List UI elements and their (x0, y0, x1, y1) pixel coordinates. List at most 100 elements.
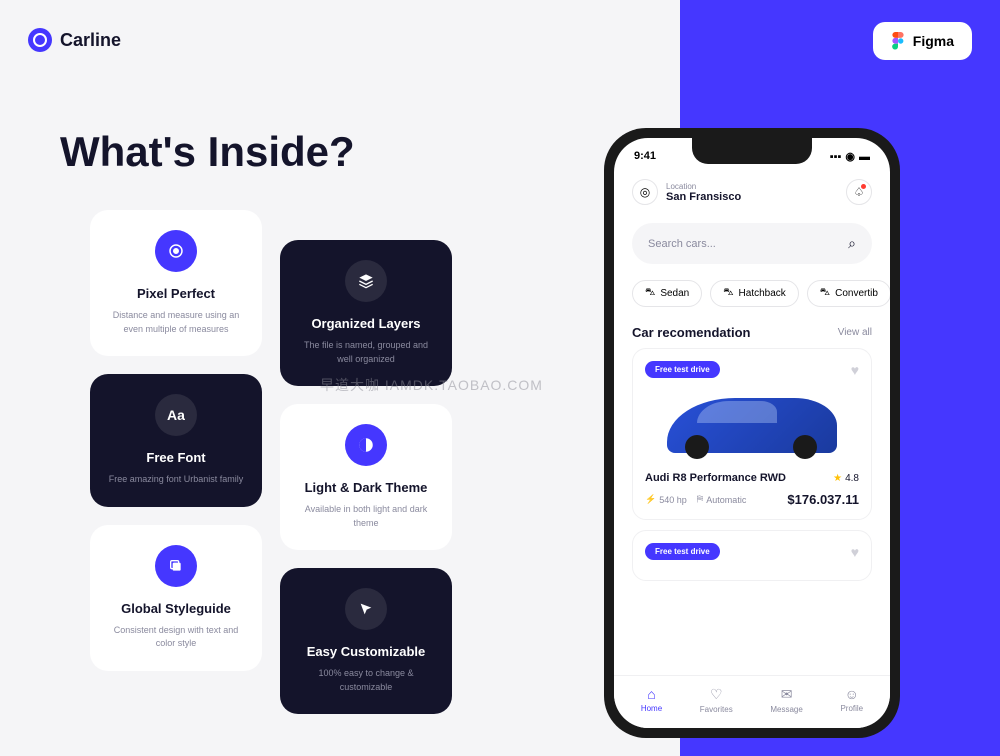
section-title: Car recomendation (632, 325, 750, 340)
feature-title: Global Styleguide (121, 601, 231, 616)
target-icon (155, 230, 197, 272)
favorite-button[interactable]: ♥ (851, 362, 859, 378)
brand-name: Carline (60, 30, 121, 51)
phone-screen: 9:41 ▪▪▪ ◉ ▬ ◎ Location San Fransisco ♤ … (614, 138, 890, 728)
wifi-icon: ◉ (845, 150, 855, 163)
nav-profile[interactable]: ☺ Profile (840, 686, 863, 714)
feature-title: Light & Dark Theme (305, 480, 428, 495)
nav-favorites[interactable]: ♡ Favorites (700, 686, 733, 714)
location-selector[interactable]: ◎ Location San Fransisco (632, 179, 741, 205)
heart-icon: ♡ (710, 686, 723, 703)
car-icon: ⛍ (723, 287, 733, 300)
phone-notch (692, 138, 812, 164)
car-card-top: Free test drive ♥ (645, 543, 859, 560)
location-value: San Fransisco (666, 191, 741, 203)
car-specs: ⚡ 540 hp ⛿ Automatic $176.037.11 (645, 492, 859, 507)
nav-home[interactable]: ⌂ Home (641, 686, 662, 714)
chip-hatchback[interactable]: ⛍ Hatchback (710, 280, 799, 307)
brand-logo: Carline (28, 28, 121, 52)
nav-label: Home (641, 704, 662, 713)
nav-label: Favorites (700, 705, 733, 714)
contrast-icon (345, 424, 387, 466)
nav-message[interactable]: ✉ Message (770, 686, 802, 714)
phone-mockup: 9:41 ▪▪▪ ◉ ▬ ◎ Location San Fransisco ♤ … (604, 128, 900, 738)
car-card-top: Free test drive ♥ (645, 361, 859, 378)
gear-icon: ⛿ (697, 494, 704, 505)
chip-label: Hatchback (739, 288, 786, 299)
feature-grid: Pixel Perfect Distance and measure using… (90, 210, 452, 714)
feature-col-a: Pixel Perfect Distance and measure using… (90, 210, 262, 714)
feature-title: Free Font (146, 450, 205, 465)
free-test-drive-badge: Free test drive (645, 543, 720, 560)
favorite-button[interactable]: ♥ (851, 544, 859, 560)
headline: What's Inside? (60, 128, 355, 176)
search-icon: ⌕ (848, 235, 856, 252)
font-icon: Aa (155, 394, 197, 436)
signal-icon: ▪▪▪ (830, 151, 842, 163)
car-card[interactable]: Free test drive ♥ Audi R8 Performance RW… (632, 348, 872, 520)
feature-layers: Organized Layers The file is named, grou… (280, 240, 452, 386)
car-icon: ⛍ (820, 287, 830, 300)
profile-icon: ☺ (845, 686, 859, 702)
search-input[interactable]: Search cars... ⌕ (632, 223, 872, 264)
feature-desc: The file is named, grouped and well orga… (296, 339, 436, 366)
figma-icon (891, 32, 905, 50)
feature-desc: Distance and measure using an even multi… (106, 309, 246, 336)
power-icon: ⚡ (645, 494, 656, 505)
status-indicators: ▪▪▪ ◉ ▬ (830, 150, 870, 163)
car-rating: ★ 4.8 (833, 473, 859, 484)
section-header: Car recomendation View all (614, 315, 890, 348)
bell-icon: ♤ (854, 185, 865, 199)
spec-transmission: ⛿ Automatic (697, 494, 747, 505)
car-image (645, 386, 859, 464)
nav-label: Profile (840, 704, 863, 713)
figma-label: Figma (913, 33, 954, 49)
chip-label: Sedan (660, 288, 689, 299)
feature-desc: Available in both light and dark theme (296, 503, 436, 530)
feature-pixel-perfect: Pixel Perfect Distance and measure using… (90, 210, 262, 356)
car-icon: ⛍ (645, 287, 655, 300)
feature-col-b: Organized Layers The file is named, grou… (280, 240, 452, 714)
feature-desc: Consistent design with text and color st… (106, 624, 246, 651)
feature-title: Organized Layers (311, 316, 420, 331)
message-icon: ✉ (781, 686, 793, 703)
location-icon: ◎ (632, 179, 658, 205)
view-all-link[interactable]: View all (838, 327, 872, 338)
feature-customizable: Easy Customizable 100% easy to change & … (280, 568, 452, 714)
feature-desc: 100% easy to change & customizable (296, 667, 436, 694)
location-label: Location (666, 182, 741, 191)
rating-value: 4.8 (845, 473, 859, 484)
copy-icon (155, 545, 197, 587)
figma-badge: Figma (873, 22, 972, 60)
star-icon: ★ (833, 473, 842, 484)
free-test-drive-badge: Free test drive (645, 361, 720, 378)
feature-title: Easy Customizable (307, 644, 426, 659)
bottom-nav: ⌂ Home ♡ Favorites ✉ Message ☺ Profile (614, 675, 890, 728)
watermark: 早道大咖 IAMDK.TAOBAO.COM (320, 375, 543, 395)
chip-convertible[interactable]: ⛍ Convertib (807, 280, 890, 307)
feature-free-font: Aa Free Font Free amazing font Urbanist … (90, 374, 262, 507)
home-icon: ⌂ (647, 686, 655, 702)
search-placeholder: Search cars... (648, 238, 716, 250)
status-time: 9:41 (634, 150, 656, 163)
car-name: Audi R8 Performance RWD (645, 472, 786, 484)
feature-styleguide: Global Styleguide Consistent design with… (90, 525, 262, 671)
spec-hp: ⚡ 540 hp (645, 494, 687, 505)
logo-icon (28, 28, 52, 52)
notifications-button[interactable]: ♤ (846, 179, 872, 205)
car-name-row: Audi R8 Performance RWD ★ 4.8 (645, 472, 859, 484)
nav-label: Message (770, 705, 802, 714)
chip-label: Convertib (835, 288, 878, 299)
battery-icon: ▬ (859, 151, 870, 163)
car-card[interactable]: Free test drive ♥ (632, 530, 872, 581)
layers-icon (345, 260, 387, 302)
car-price: $176.037.11 (787, 492, 859, 507)
feature-theme: Light & Dark Theme Available in both lig… (280, 404, 452, 550)
feature-title: Pixel Perfect (137, 286, 215, 301)
feature-desc: Free amazing font Urbanist family (109, 473, 244, 487)
category-chips: ⛍ Sedan ⛍ Hatchback ⛍ Convertib (614, 272, 890, 315)
app-header: ◎ Location San Fransisco ♤ (614, 169, 890, 215)
cursor-icon (345, 588, 387, 630)
chip-sedan[interactable]: ⛍ Sedan (632, 280, 702, 307)
car-illustration (667, 398, 837, 453)
